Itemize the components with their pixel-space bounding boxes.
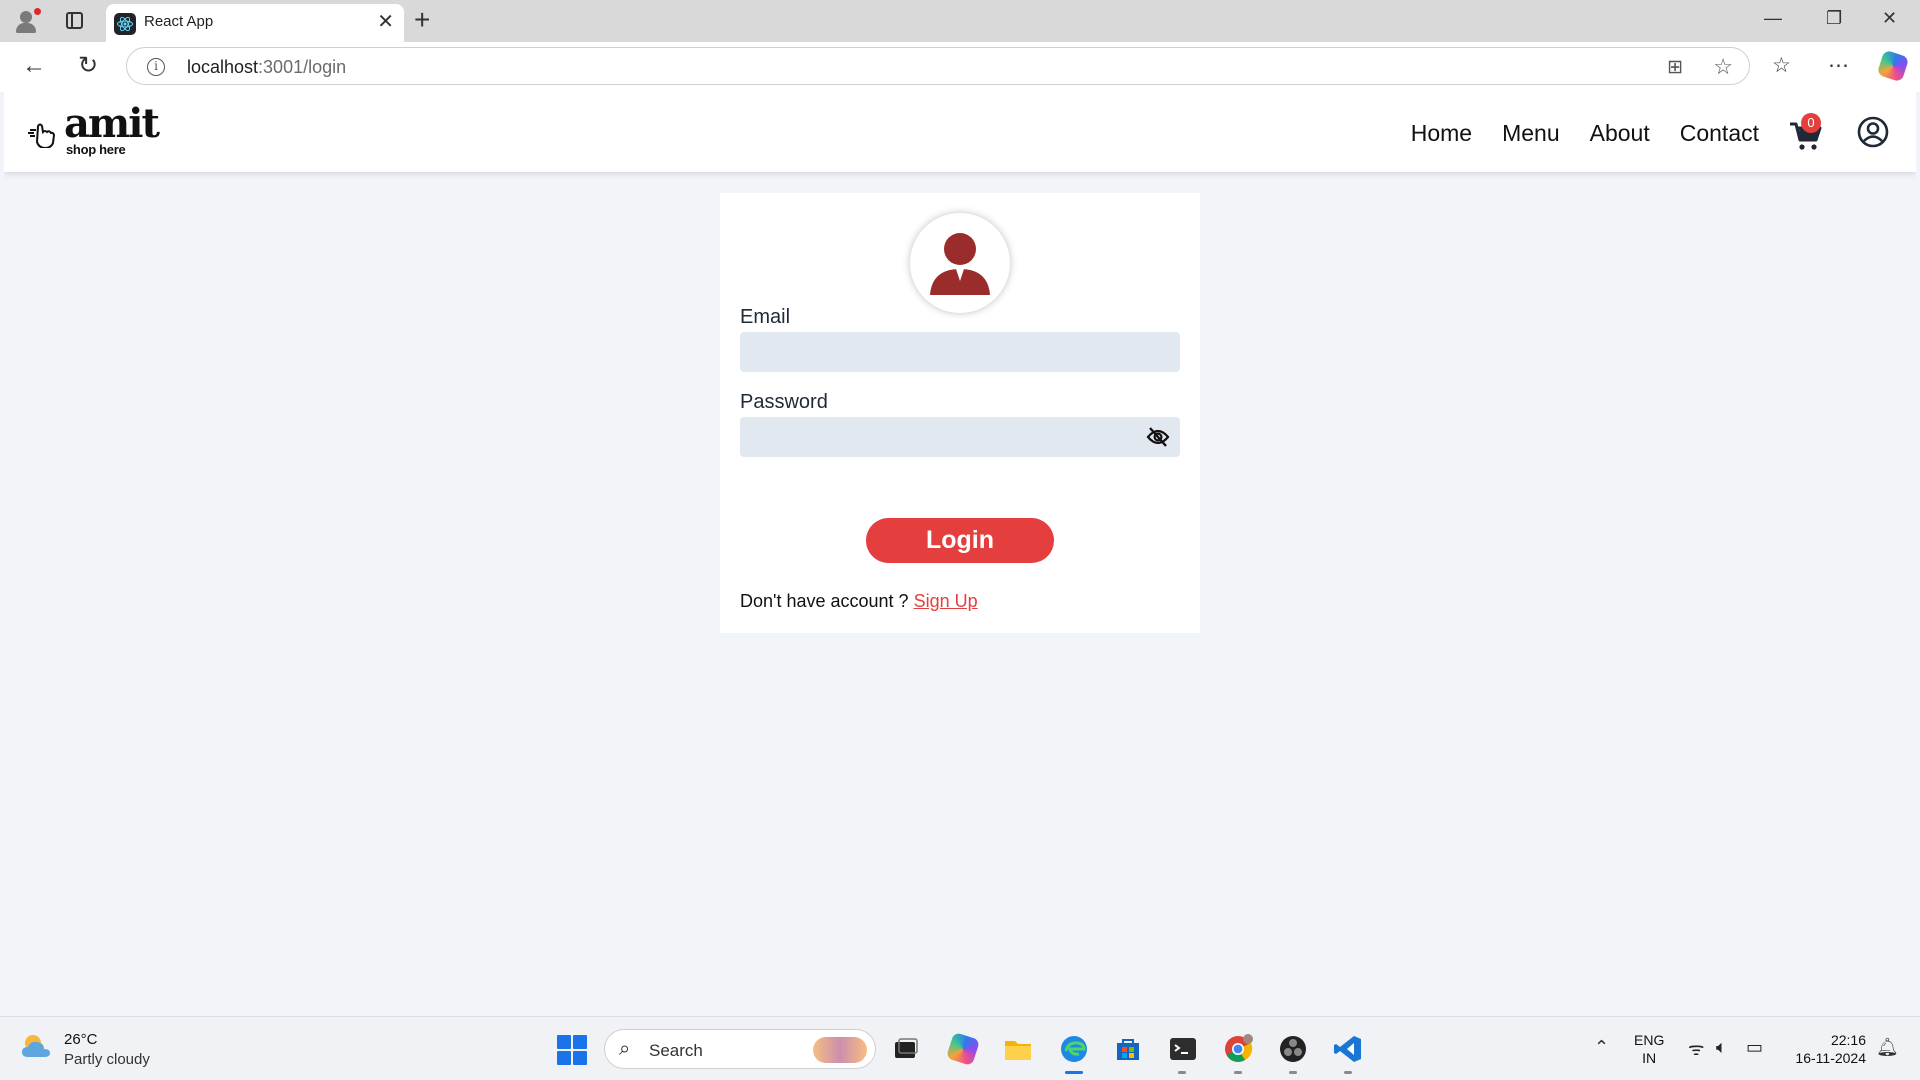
microsoft-store-icon[interactable] <box>1112 1033 1144 1065</box>
logo-wordmark: amit <box>64 100 160 147</box>
battery-icon[interactable]: ▭ <box>1746 1037 1763 1058</box>
nav-home[interactable]: Home <box>1411 120 1472 147</box>
weather-description: Partly cloudy <box>64 1051 150 1068</box>
nav-menu[interactable]: Menu <box>1502 120 1560 147</box>
language-code: ENG <box>1634 1032 1665 1048</box>
volume-icon[interactable]: 🔈︎ <box>1716 1037 1727 1058</box>
chrome-running-indicator <box>1234 1071 1242 1074</box>
obs-studio-icon[interactable] <box>1277 1033 1309 1065</box>
signup-link[interactable]: Sign Up <box>914 591 978 611</box>
app-header: amit shop here Home Menu About Contact 0 <box>4 92 1916 172</box>
no-account-text: Don't have account ? <box>740 591 909 611</box>
taskbar-search[interactable]: ⌕ Search <box>604 1029 876 1069</box>
tab-actions-icon[interactable] <box>66 12 83 29</box>
password-field[interactable] <box>740 417 1180 457</box>
show-hidden-icons-icon[interactable]: ⌃ <box>1594 1037 1609 1058</box>
vscode-icon[interactable] <box>1332 1033 1364 1065</box>
login-button[interactable]: Login <box>866 518 1054 563</box>
weather-temperature: 26°C <box>64 1031 98 1048</box>
reload-icon[interactable]: ↻ <box>78 54 98 78</box>
copilot-icon[interactable] <box>1876 49 1910 83</box>
main-nav: Home Menu About Contact <box>1411 120 1759 147</box>
file-explorer-icon[interactable] <box>1002 1033 1034 1065</box>
partly-cloudy-icon[interactable] <box>20 1031 54 1061</box>
email-label: Email <box>740 306 791 328</box>
region-code: IN <box>1642 1050 1657 1066</box>
terminal-icon[interactable] <box>1167 1033 1199 1065</box>
nav-about[interactable]: About <box>1590 120 1650 147</box>
more-menu-icon[interactable]: ⋯ <box>1828 55 1849 77</box>
vscode-running-indicator <box>1344 1071 1352 1074</box>
logo-tagline: shop here <box>66 142 126 157</box>
back-icon[interactable]: ← <box>22 54 46 78</box>
tab-close-icon[interactable]: ✕ <box>377 11 394 33</box>
edge-active-indicator <box>1065 1071 1083 1074</box>
nav-contact[interactable]: Contact <box>1680 120 1759 147</box>
email-field[interactable] <box>740 332 1180 372</box>
search-icon: ⌕ <box>619 1038 631 1060</box>
favorites-icon[interactable]: ☆ <box>1772 55 1791 77</box>
app-available-icon[interactable]: ⊞ <box>1667 56 1683 79</box>
clock-date: 16-11-2024 <box>1795 1050 1866 1066</box>
eye-slash-icon[interactable] <box>1146 425 1170 449</box>
url-input[interactable]: i localhost:3001/login ⊞ ☆ <box>126 47 1750 85</box>
email-field-wrapper <box>740 332 1180 372</box>
notification-bell-icon[interactable]: 🔔︎ <box>1876 1037 1899 1058</box>
user-avatar-icon <box>910 213 1010 313</box>
user-account-icon[interactable] <box>1857 116 1889 148</box>
favorite-star-icon[interactable]: ☆ <box>1713 54 1733 80</box>
password-label: Password <box>740 391 828 413</box>
edge-browser-icon[interactable] <box>1058 1033 1090 1065</box>
react-favicon-icon <box>114 13 136 35</box>
wifi-icon[interactable]: ᯤ <box>1688 1037 1704 1061</box>
cart-count-badge: 0 <box>1801 113 1821 133</box>
language-indicator[interactable]: ENG IN <box>1634 1031 1664 1067</box>
close-window-icon[interactable]: ✕ <box>1882 8 1897 29</box>
search-highlight-image <box>813 1037 867 1063</box>
site-info-icon[interactable]: i <box>147 58 165 76</box>
hand-cursor-icon <box>28 123 56 148</box>
new-tab-icon[interactable]: + <box>414 5 430 35</box>
clock[interactable]: 22:16 16-11-2024 <box>1786 1031 1866 1067</box>
tab-title: React App <box>144 13 214 30</box>
password-field-wrapper <box>740 417 1180 457</box>
chrome-icon[interactable] <box>1222 1033 1254 1065</box>
login-card: Email Password Login Don't have account … <box>720 193 1200 633</box>
restore-icon[interactable]: ❐ <box>1826 8 1842 29</box>
obs-running-indicator <box>1289 1071 1297 1074</box>
terminal-running-indicator <box>1178 1071 1186 1074</box>
signup-prompt: Don't have account ? Sign Up <box>740 591 978 612</box>
url-text: localhost:3001/login <box>187 57 347 77</box>
profile-icon[interactable] <box>14 8 41 34</box>
search-placeholder: Search <box>649 1041 703 1060</box>
page-viewport: amit shop here Home Menu About Contact 0 <box>4 92 1916 1016</box>
clock-time: 22:16 <box>1830 1032 1866 1048</box>
browser-tab-bar: React App ✕ + — ❐ ✕ <box>0 0 1920 42</box>
windows-taskbar: 26°C Partly cloudy ⌕ Search ⌃ ENG IN ᯤ 🔈… <box>0 1016 1920 1080</box>
browser-tab[interactable]: React App ✕ <box>106 4 404 42</box>
brand-logo[interactable]: amit shop here <box>26 100 166 160</box>
windows-start-icon[interactable] <box>557 1035 587 1065</box>
task-view-icon[interactable] <box>890 1033 922 1065</box>
browser-address-bar: ← ↻ i localhost:3001/login ⊞ ☆ ☆ ⋯ <box>0 42 1920 92</box>
copilot-app-icon[interactable] <box>945 1031 981 1067</box>
minimize-icon[interactable]: — <box>1764 8 1782 29</box>
